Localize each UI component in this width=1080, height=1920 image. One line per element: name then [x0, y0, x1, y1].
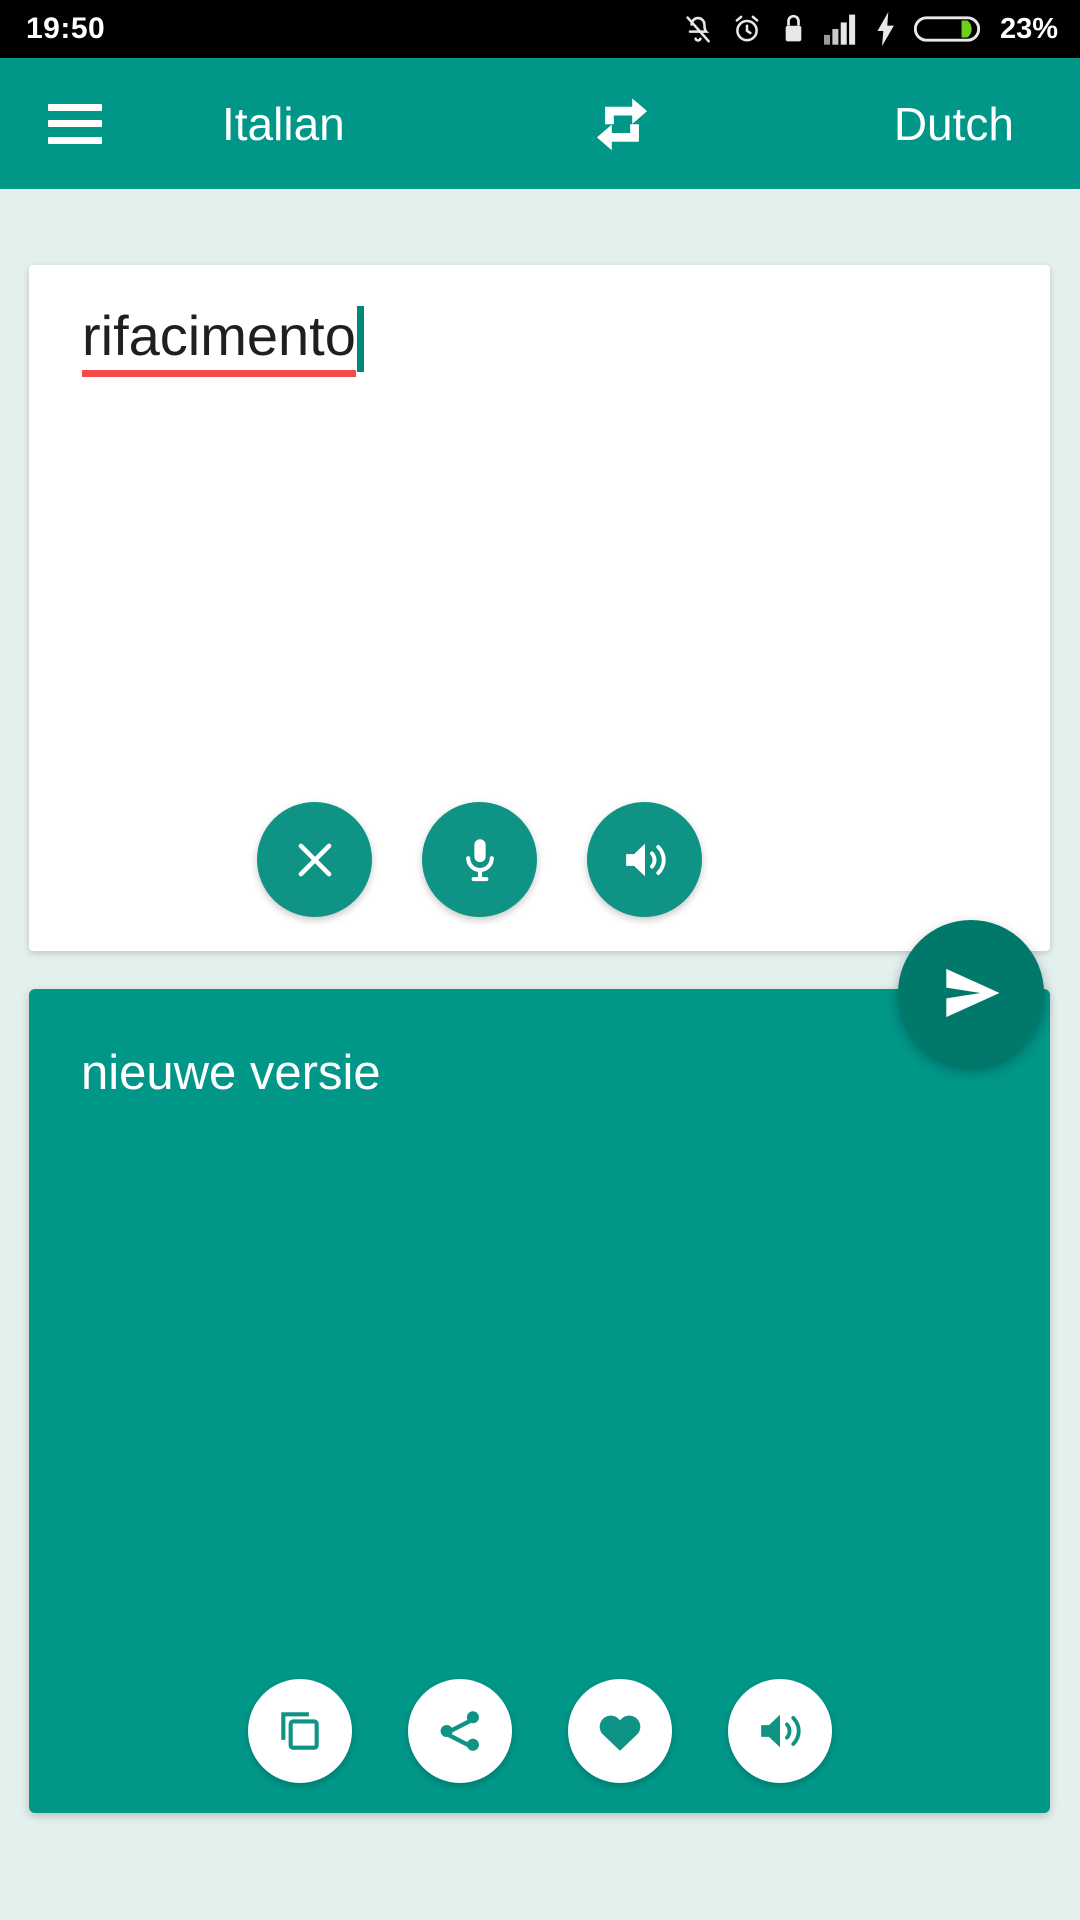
source-text-input[interactable]: rifacimento [82, 304, 1010, 377]
source-text-value: rifacimento [82, 304, 356, 377]
speak-target-button[interactable] [727, 1679, 832, 1783]
hamburger-menu-icon[interactable] [48, 103, 102, 144]
copy-button[interactable] [247, 1679, 352, 1783]
battery-icon [913, 13, 980, 45]
voice-input-button[interactable] [422, 802, 537, 917]
status-bar-icons: 23% [682, 12, 1058, 46]
status-bar: 19:50 23% [0, 0, 1080, 58]
speak-source-button[interactable] [587, 802, 702, 917]
notifications-off-icon [682, 12, 714, 46]
share-button[interactable] [407, 1679, 512, 1783]
swap-languages-icon[interactable] [583, 85, 661, 163]
source-text-card[interactable]: rifacimento [29, 265, 1050, 951]
source-actions [29, 802, 1050, 917]
signal-bars-icon [823, 13, 858, 45]
main-content: rifacimento nieuwe versie [0, 189, 1080, 1920]
charging-bolt-icon [875, 12, 897, 46]
translate-send-button[interactable] [898, 920, 1044, 1066]
app-bar: Italian Dutch [0, 58, 1080, 189]
status-bar-clock: 19:50 [26, 12, 106, 45]
text-caret [356, 305, 364, 372]
alarm-icon [731, 12, 763, 46]
target-language-selector[interactable]: Dutch [894, 101, 1014, 147]
translation-result-card[interactable]: nieuwe versie [29, 989, 1050, 1813]
translation-result-text: nieuwe versie [81, 1046, 381, 1100]
clear-button[interactable] [257, 802, 372, 917]
battery-percent-label: 23% [999, 12, 1058, 45]
favorite-button[interactable] [567, 1679, 672, 1783]
usb-lock-icon [780, 12, 807, 46]
source-language-selector[interactable]: Italian [222, 101, 345, 147]
result-actions [29, 1679, 1050, 1783]
